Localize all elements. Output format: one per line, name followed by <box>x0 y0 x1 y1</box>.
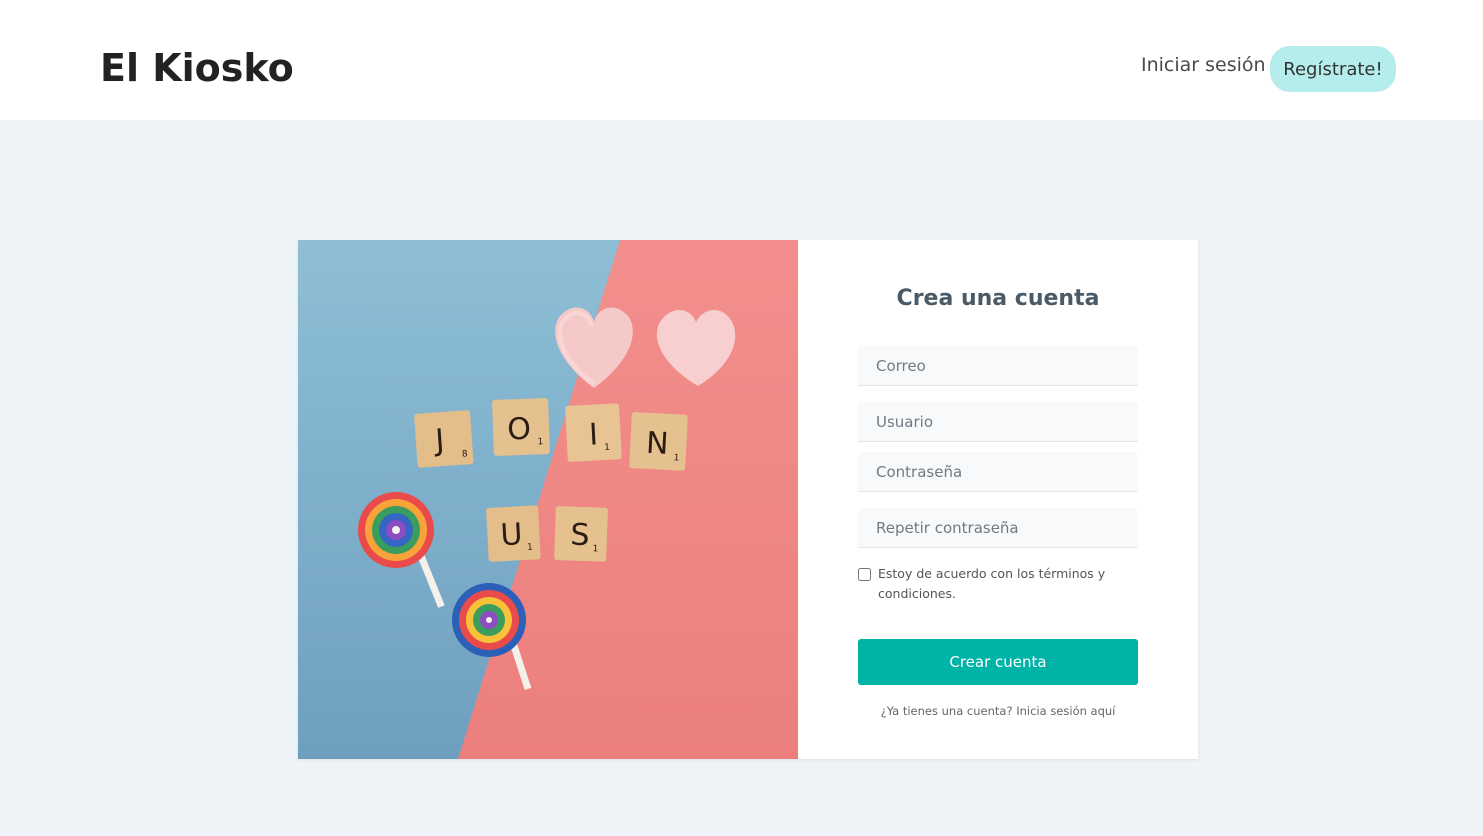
email-field[interactable] <box>858 346 1138 386</box>
tile-points: 1 <box>604 443 610 453</box>
join-us-hero-image: J 8 O 1 I 1 N 1 U 1 S 1 <box>298 240 798 759</box>
tile-points: 8 <box>462 449 469 459</box>
terms-checkbox[interactable] <box>858 568 871 581</box>
brand-logo[interactable]: El Kiosko <box>100 46 294 90</box>
login-link[interactable]: Iniciar sesión <box>1141 54 1266 76</box>
tile-letter: N <box>645 426 669 462</box>
hero-illustration: J 8 O 1 I 1 N 1 U 1 S 1 <box>298 240 798 759</box>
terms-label: Estoy de acuerdo con los términos y cond… <box>878 566 1106 601</box>
create-account-button[interactable]: Crear cuenta <box>858 639 1138 685</box>
password-field[interactable] <box>858 452 1138 492</box>
register-button[interactable]: Regístrate! <box>1270 46 1396 92</box>
tile-points: 1 <box>537 437 543 447</box>
username-field[interactable] <box>858 402 1138 442</box>
tile-points: 1 <box>527 543 533 553</box>
tile-letter: O <box>507 412 532 448</box>
login-here-link[interactable]: ¿Ya tienes una cuenta? Inicia sesión aqu… <box>798 704 1198 718</box>
tile-letter: U <box>500 517 524 553</box>
signup-card: J 8 O 1 I 1 N 1 U 1 S 1 Crea una cuenta … <box>298 240 1198 759</box>
form-title: Crea una cuenta <box>896 286 1100 311</box>
top-header: El Kiosko Iniciar sesión Regístrate! <box>0 0 1483 120</box>
terms-row: Estoy de acuerdo con los términos y cond… <box>858 566 1138 604</box>
repeat-password-field[interactable] <box>858 508 1138 548</box>
tile-letter: S <box>570 518 590 554</box>
tile-points: 1 <box>592 544 598 554</box>
signup-form: Crea una cuenta Estoy de acuerdo con los… <box>798 240 1198 759</box>
tile-letter: I <box>588 417 599 452</box>
tile-points: 1 <box>673 453 679 463</box>
